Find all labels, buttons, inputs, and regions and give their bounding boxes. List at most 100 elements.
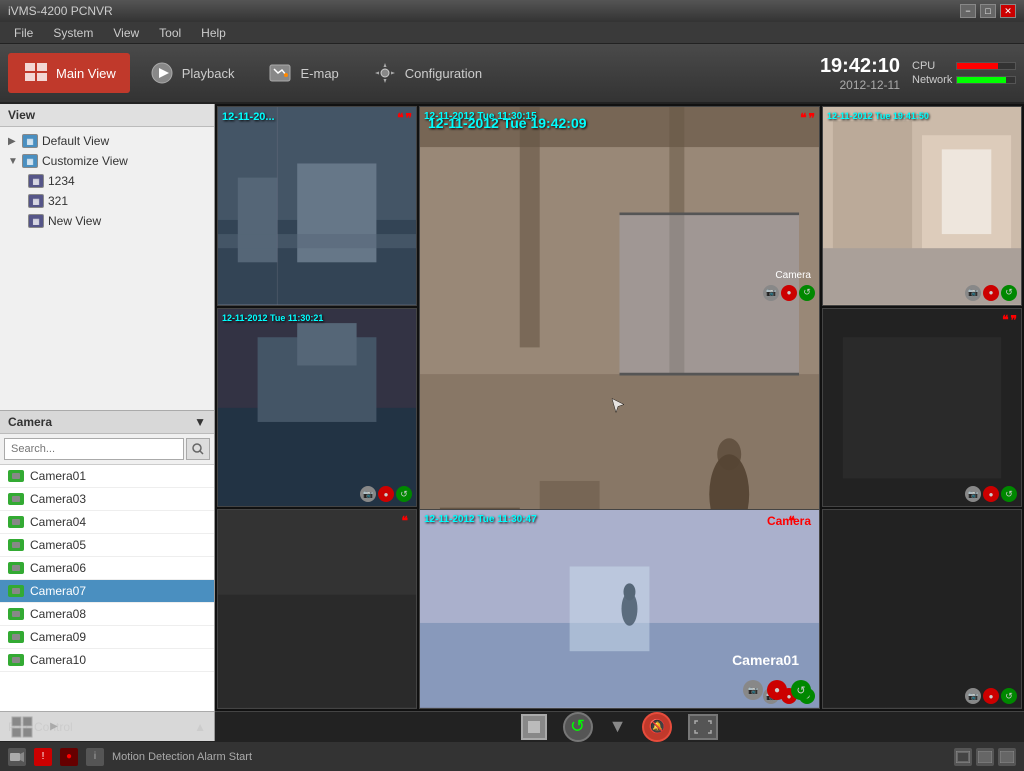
tree-view-new[interactable]: ▦ New View bbox=[4, 211, 210, 231]
statusbar-info-icon: i bbox=[86, 748, 104, 766]
view-icon-customize: ▦ bbox=[22, 154, 38, 168]
view-new-label: New View bbox=[48, 214, 101, 228]
camera-icon-08 bbox=[8, 608, 24, 620]
mainview-button[interactable]: Main View bbox=[8, 53, 130, 93]
close-button[interactable]: ✕ bbox=[1000, 4, 1016, 18]
minimize-button[interactable]: − bbox=[960, 4, 976, 18]
cell3-refresh-btn[interactable]: ↺ bbox=[1001, 285, 1017, 301]
mainview-icon bbox=[22, 59, 50, 87]
video-cell-4[interactable]: 12-11-2012 Tue 11:30:21 ❝ 📷 ● ↺ bbox=[217, 308, 417, 508]
clock-display: 19:42:10 bbox=[820, 55, 900, 78]
camera-search-input[interactable] bbox=[4, 438, 184, 460]
fullscreen-button[interactable] bbox=[688, 714, 718, 740]
menu-system[interactable]: System bbox=[43, 24, 103, 42]
view-icon-321: ▦ bbox=[28, 194, 44, 208]
camera-icon-10 bbox=[8, 654, 24, 666]
cell9-inner: 📷 ● ↺ bbox=[823, 510, 1021, 708]
cell8-timestamp: 12-11-2012 Tue 11:30:47 bbox=[424, 514, 537, 525]
search-button[interactable] bbox=[186, 438, 210, 460]
camera-item-07[interactable]: Camera07 bbox=[0, 580, 214, 603]
video-cell-7[interactable]: ❝ bbox=[217, 509, 417, 709]
cell2-snapshot-btn[interactable]: 📷 bbox=[763, 285, 779, 301]
cell9-record-btn[interactable]: ● bbox=[983, 688, 999, 704]
tree-view-1234[interactable]: ▦ 1234 bbox=[4, 171, 210, 191]
tree-view-321[interactable]: ▦ 321 bbox=[4, 191, 210, 211]
sidebar: View ▶ ▦ Default View ▼ ▦ Customize View… bbox=[0, 104, 215, 741]
date-display: 2012-12-11 bbox=[820, 78, 900, 92]
cell4-snapshot-btn[interactable]: 📷 bbox=[360, 486, 376, 502]
cell1-alarms: ❝ ❞ bbox=[397, 111, 412, 125]
alarm-button[interactable]: 🔕 bbox=[642, 712, 672, 742]
cpu-network-panel: CPU Network bbox=[912, 60, 1016, 86]
refresh-dropdown[interactable]: ▼ bbox=[609, 716, 627, 737]
statusbar-cam-icon bbox=[8, 748, 26, 766]
menu-file[interactable]: File bbox=[4, 24, 43, 42]
tree-customize-view[interactable]: ▼ ▦ Customize View bbox=[4, 151, 210, 171]
camera-item-04[interactable]: Camera04 bbox=[0, 511, 214, 534]
refresh-button[interactable]: ↺ bbox=[563, 712, 593, 742]
cell3-record-btn[interactable]: ● bbox=[983, 285, 999, 301]
video-cell-9[interactable]: 📷 ● ↺ bbox=[822, 509, 1022, 709]
network-meter bbox=[956, 76, 1016, 84]
cell9-refresh-btn[interactable]: ↺ bbox=[1001, 688, 1017, 704]
cell5-refresh-btn[interactable]: ↺ bbox=[791, 680, 811, 700]
cell9-controls: 📷 ● ↺ bbox=[965, 688, 1017, 704]
cell4-record-btn[interactable]: ● bbox=[378, 486, 394, 502]
camera-icon-04 bbox=[8, 516, 24, 528]
cell6-refresh-btn[interactable]: ↺ bbox=[1001, 486, 1017, 502]
camera-item-08[interactable]: Camera08 bbox=[0, 603, 214, 626]
statusbar-message: Motion Detection Alarm Start bbox=[112, 751, 252, 763]
stop-icon bbox=[528, 721, 540, 733]
cell9-snapshot-btn[interactable]: 📷 bbox=[965, 688, 981, 704]
cell2-refresh-btn[interactable]: ↺ bbox=[799, 285, 815, 301]
cell5-record-btn[interactable]: ● bbox=[767, 680, 787, 700]
emap-button[interactable]: E-map bbox=[252, 53, 352, 93]
cell3-snapshot-btn[interactable]: 📷 bbox=[965, 285, 981, 301]
cell6-alarm1: ❝ bbox=[1002, 313, 1008, 327]
playback-button[interactable]: Playback bbox=[134, 53, 249, 93]
menu-tool[interactable]: Tool bbox=[149, 24, 191, 42]
cell3-controls: 📷 ● ↺ bbox=[965, 285, 1017, 301]
config-button[interactable]: Configuration bbox=[357, 53, 496, 93]
camera-item-06[interactable]: Camera06 bbox=[0, 557, 214, 580]
menu-help[interactable]: Help bbox=[191, 24, 236, 42]
cpu-fill bbox=[957, 63, 998, 69]
cell5-controls: 📷 ● ↺ bbox=[743, 680, 811, 700]
camera-icon-01 bbox=[8, 470, 24, 482]
camera-item-09[interactable]: Camera09 bbox=[0, 626, 214, 649]
stop-button[interactable] bbox=[521, 714, 547, 740]
cell6-snapshot-btn[interactable]: 📷 bbox=[965, 486, 981, 502]
camera-label-06: Camera06 bbox=[30, 561, 86, 575]
cell7-alarm: ❝ bbox=[402, 514, 408, 528]
statusbar-btn3[interactable] bbox=[998, 748, 1016, 766]
camera-header-text: Camera bbox=[8, 415, 52, 429]
layout-button[interactable] bbox=[8, 716, 36, 738]
cell4-refresh-btn[interactable]: ↺ bbox=[396, 486, 412, 502]
statusbar-btn2[interactable] bbox=[976, 748, 994, 766]
tree-default-view[interactable]: ▶ ▦ Default View bbox=[4, 131, 210, 151]
menu-view[interactable]: View bbox=[103, 24, 149, 42]
camera-item-05[interactable]: Camera05 bbox=[0, 534, 214, 557]
layout-dropdown-btn[interactable]: ▶ bbox=[40, 716, 68, 738]
cell6-inner: ❝ ❞ 📷 ● ↺ bbox=[823, 309, 1021, 507]
camera-label-08: Camera08 bbox=[30, 607, 86, 621]
cell5-snapshot-btn[interactable]: 📷 bbox=[743, 680, 763, 700]
statusbar-btn1[interactable] bbox=[954, 748, 972, 766]
camera-icon-06 bbox=[8, 562, 24, 574]
statusbar-record-icon: ● bbox=[60, 748, 78, 766]
config-label: Configuration bbox=[405, 66, 482, 81]
camera-label-05: Camera05 bbox=[30, 538, 86, 552]
video-cell-1[interactable]: 12-11-20... ❝ ❞ bbox=[217, 106, 417, 306]
camera-item-03[interactable]: Camera03 bbox=[0, 488, 214, 511]
cell6-record-btn[interactable]: ● bbox=[983, 486, 999, 502]
ptz-collapse-icon: ▲ bbox=[194, 720, 206, 734]
cell2-record-btn[interactable]: ● bbox=[781, 285, 797, 301]
cell8-inner: 12-11-2012 Tue 11:30:47 ❝ Camera 📷 ● ↺ bbox=[420, 510, 819, 708]
camera-item-01[interactable]: Camera01 bbox=[0, 465, 214, 488]
camera-panel-header[interactable]: Camera ▼ bbox=[0, 411, 214, 434]
statusbar-right-controls bbox=[954, 748, 1016, 766]
maximize-button[interactable]: □ bbox=[980, 4, 996, 18]
camera-item-10[interactable]: Camera10 bbox=[0, 649, 214, 672]
video-cell-3[interactable]: 12-11-2012 Tue 19:41:50 Camera01 📷 ● ↺ bbox=[822, 106, 1022, 306]
video-cell-6[interactable]: ❝ ❞ 📷 ● ↺ bbox=[822, 308, 1022, 508]
